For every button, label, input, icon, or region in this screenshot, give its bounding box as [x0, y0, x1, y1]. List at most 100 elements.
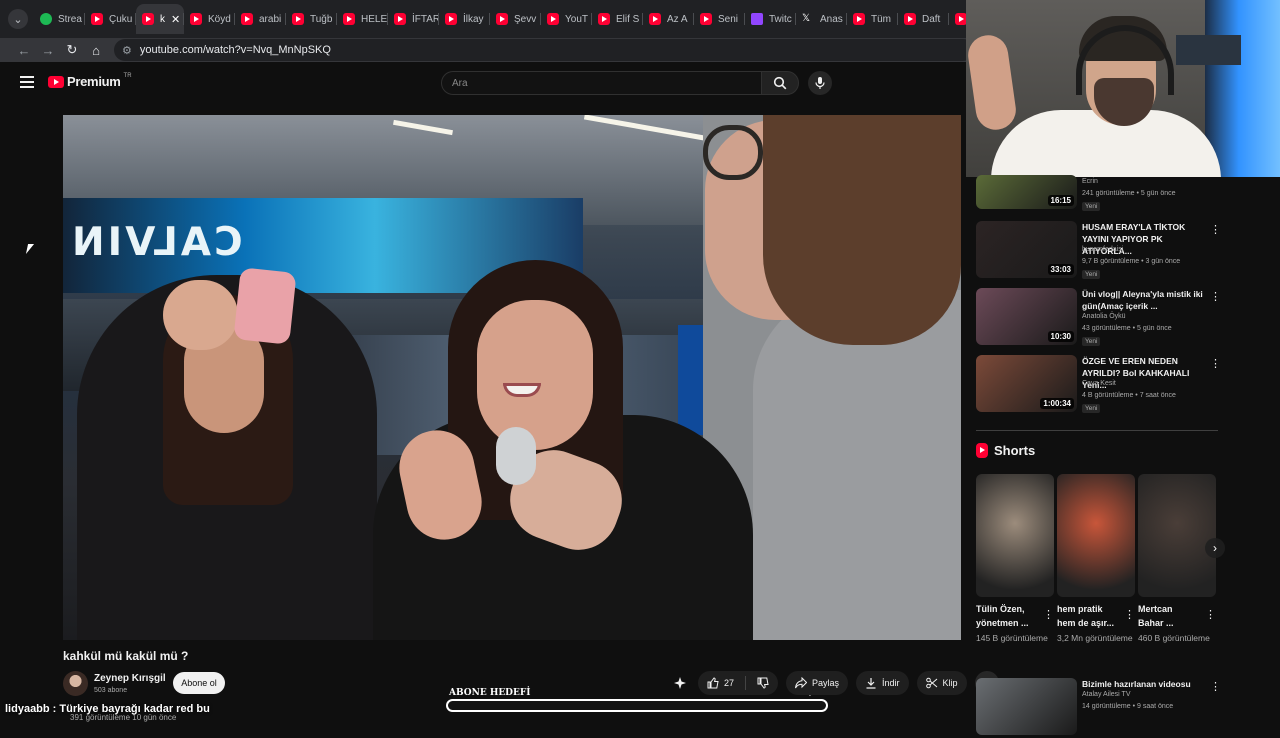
video-title: kahkül mü kakül mü ? [63, 649, 189, 663]
recommended-video[interactable]: 1:00:34 ÖZGE VE EREN NEDEN AYRILDI? Bol K… [976, 355, 1224, 415]
tab-label: Twitc [769, 13, 792, 25]
scissors-icon [925, 677, 937, 689]
more-vertical-icon[interactable]: ⋮ [1210, 682, 1221, 693]
youtube-icon [394, 13, 406, 25]
browser-tab[interactable]: Köyd [184, 4, 235, 34]
thumbs-down-icon[interactable] [757, 677, 769, 689]
channel-name[interactable]: Anatolia Öykü [1082, 313, 1126, 320]
search-input[interactable] [441, 71, 761, 95]
video-meta: 4 B görüntüleme • 7 saat önce [1082, 392, 1176, 399]
browser-tab[interactable]: Strea [34, 4, 85, 34]
close-tab-icon[interactable]: ✕ [171, 13, 180, 26]
clip-button[interactable]: Klip [916, 671, 967, 695]
more-vertical-icon[interactable]: ⋮ [1124, 608, 1135, 621]
channel-name[interactable]: husamfedaisi [1082, 246, 1123, 253]
video-thumbnail[interactable]: 1:00:34 [976, 355, 1077, 412]
logo-text: Premium [67, 74, 121, 89]
browser-tab[interactable]: Tüm [847, 4, 898, 34]
video-title[interactable]: Bizimle hazırlanan videosu [1082, 678, 1210, 690]
short-views: 145 B görüntüleme [976, 633, 1048, 643]
video-player[interactable]: CALVIN [63, 115, 961, 640]
browser-tab[interactable]: Tuğb [286, 4, 337, 34]
browser-tab[interactable]: Daft [898, 4, 949, 34]
channel-name[interactable]: Cava Kesit [1082, 380, 1116, 387]
browser-tab[interactable]: Seni [694, 4, 745, 34]
browser-tab[interactable]: HELE [337, 4, 388, 34]
short-thumbnail[interactable] [1138, 474, 1216, 597]
tab-search-button[interactable]: ⌄ [8, 9, 28, 29]
youtube-header: Premium TR [0, 62, 966, 106]
browser-tab[interactable]: Şevv [490, 4, 541, 34]
youtube-play-icon [48, 75, 64, 88]
browser-tab[interactable]: Twitc [745, 4, 796, 34]
video-frame-hand-left [163, 280, 238, 350]
more-vertical-icon[interactable]: ⋮ [1210, 225, 1221, 236]
tab-label: Tuğb [310, 13, 333, 25]
like-button[interactable]: 27 [698, 671, 779, 695]
youtube-icon [343, 13, 355, 25]
short-title[interactable]: hem pratik hem de aşır... [1057, 602, 1119, 630]
store-sign-text: CALVIN [69, 220, 243, 265]
video-duration: 33:03 [1047, 264, 1074, 275]
shorts-header: Shorts [976, 443, 1035, 458]
site-settings-icon[interactable]: ⚙ [122, 44, 132, 57]
browser-tab[interactable]: k ✕ [136, 4, 184, 34]
url-field[interactable]: ⚙ youtube.com/watch?v=Nvq_MnNpSKQ [114, 39, 974, 61]
effects-button[interactable] [670, 671, 690, 695]
browser-tab[interactable]: YouT [541, 4, 592, 34]
download-button[interactable]: İndir [856, 671, 909, 695]
short-thumbnail[interactable] [1057, 474, 1135, 597]
video-frame-microphone [496, 427, 536, 485]
share-button[interactable]: Paylaş [786, 671, 849, 695]
more-vertical-icon[interactable]: ⋮ [1205, 608, 1216, 621]
video-thumbnail[interactable]: 10:30 [976, 288, 1077, 345]
youtube-icon [292, 13, 304, 25]
youtube-logo[interactable]: Premium TR [48, 73, 132, 89]
channel-name[interactable]: Ecrin [1082, 178, 1098, 185]
browser-tab[interactable]: İlkay [439, 4, 490, 34]
menu-icon[interactable] [20, 76, 34, 88]
search-button[interactable] [761, 71, 799, 95]
short-title[interactable]: Mertcan Bahar ... [1138, 602, 1200, 630]
tab-list: Strea Çuku k ✕ Köyd arabi Tuğb HELE İFTAR İlkay Şe… [34, 4, 1000, 34]
browser-tab[interactable]: Az A [643, 4, 694, 34]
new-badge: Yeni [1082, 202, 1101, 211]
shorts-icon [976, 443, 988, 458]
short-card[interactable]: Tülin Özen, yönetmen ... 145 B görüntülem… [976, 474, 1054, 645]
shorts-next-button[interactable]: › [1205, 538, 1225, 558]
forward-icon[interactable]: → [36, 43, 60, 58]
channel-avatar[interactable] [63, 671, 88, 696]
download-label: İndir [882, 678, 900, 688]
short-card[interactable]: hem pratik hem de aşır... 3,2 Mn görüntül… [1057, 474, 1135, 645]
short-title[interactable]: Tülin Özen, yönetmen ... [976, 602, 1038, 630]
more-vertical-icon[interactable]: ⋮ [1210, 292, 1221, 303]
video-thumbnail[interactable]: 16:15 [976, 175, 1077, 209]
channel-name[interactable]: Atalay Ailesi TV [1082, 691, 1131, 698]
home-icon[interactable]: ⌂ [84, 43, 108, 58]
short-card[interactable]: Mertcan Bahar ... 460 B görüntüleme ⋮ [1138, 474, 1216, 645]
search-icon [773, 76, 787, 90]
more-vertical-icon[interactable]: ⋮ [1043, 608, 1054, 621]
browser-tab[interactable]: Elif S [592, 4, 643, 34]
video-actions: 27 Paylaş İndir Klip ⋯ [670, 671, 999, 695]
video-thumbnail[interactable]: 33:03 [976, 221, 1077, 278]
video-title[interactable]: Üni vlog|| Aleyna'yla mistik iki gün(Ama… [1082, 288, 1210, 312]
channel-name[interactable]: Zeynep Kırışgil [94, 673, 166, 684]
video-thumbnail[interactable] [976, 678, 1077, 735]
voice-search-button[interactable] [808, 71, 832, 95]
chevron-right-icon: › [1213, 541, 1217, 555]
recommended-video[interactable]: 33:03 HUSAM ERAY'LA TİKTOK YAYINI YAPIYOR… [976, 221, 1224, 281]
short-thumbnail[interactable] [976, 474, 1054, 597]
youtube-icon [853, 13, 865, 25]
reload-icon[interactable]: ↻ [60, 42, 84, 58]
browser-tab[interactable]: Çuku [85, 4, 136, 34]
back-icon[interactable]: ← [12, 43, 36, 58]
subscribe-button[interactable]: Abone ol [173, 672, 225, 694]
browser-tab[interactable]: 𝕏 Anas [796, 4, 847, 34]
shorts-title: Shorts [994, 443, 1036, 458]
recommended-video[interactable]: Bizimle hazırlanan videosu Atalay Ailesi … [976, 678, 1224, 738]
browser-tab[interactable]: İFTAR [388, 4, 439, 34]
more-vertical-icon[interactable]: ⋮ [1210, 359, 1221, 370]
recommended-video[interactable]: 10:30 Üni vlog|| Aleyna'yla mistik iki gü… [976, 288, 1224, 348]
browser-tab[interactable]: arabi [235, 4, 286, 34]
